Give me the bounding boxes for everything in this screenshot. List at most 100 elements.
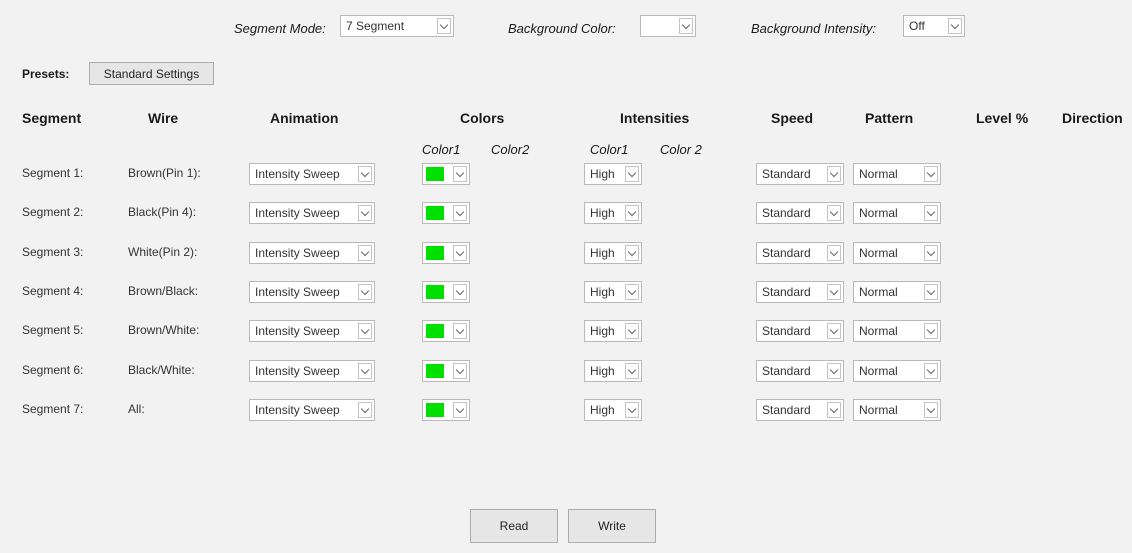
row-pattern-select[interactable]: Normal: [853, 399, 941, 421]
row-speed-value: Standard: [762, 364, 811, 378]
chevron-down-icon: [453, 245, 467, 261]
row-color1-select[interactable]: [422, 163, 470, 185]
row-segment-label: Segment 5:: [22, 323, 84, 337]
row-animation-value: Intensity Sweep: [255, 167, 340, 181]
read-button[interactable]: Read: [470, 509, 558, 543]
write-button[interactable]: Write: [568, 509, 656, 543]
color-swatch: [426, 246, 444, 260]
header-wire: Wire: [148, 110, 179, 126]
chevron-down-icon: [827, 205, 841, 221]
chevron-down-icon: [358, 284, 372, 300]
presets-label: Presets:: [22, 67, 70, 81]
row-pattern-value: Normal: [859, 206, 898, 220]
row-speed-value: Standard: [762, 324, 811, 338]
background-color-label: Background Color:: [508, 21, 616, 36]
chevron-down-icon: [437, 18, 451, 34]
row-speed-select[interactable]: Standard: [756, 202, 844, 224]
row-color1-select[interactable]: [422, 360, 470, 382]
row-pattern-select[interactable]: Normal: [853, 281, 941, 303]
row-intensity-value: High: [590, 403, 615, 417]
row-wire-label: Brown/Black:: [128, 284, 199, 298]
chevron-down-icon: [358, 245, 372, 261]
chevron-down-icon: [358, 166, 372, 182]
row-speed-select[interactable]: Standard: [756, 399, 844, 421]
row-segment-label: Segment 4:: [22, 284, 84, 298]
row-speed-select[interactable]: Standard: [756, 163, 844, 185]
row-wire-label: White(Pin 2):: [128, 245, 198, 259]
row-intensity-value: High: [590, 285, 615, 299]
row-animation-value: Intensity Sweep: [255, 364, 340, 378]
row-animation-select[interactable]: Intensity Sweep: [249, 202, 375, 224]
row-intensity-select[interactable]: High: [584, 320, 642, 342]
chevron-down-icon: [924, 245, 938, 261]
row-wire-label: Brown/White:: [128, 323, 200, 337]
row-intensity-select[interactable]: High: [584, 242, 642, 264]
row-pattern-value: Normal: [859, 285, 898, 299]
row-speed-select[interactable]: Standard: [756, 320, 844, 342]
color-swatch: [426, 285, 444, 299]
row-speed-select[interactable]: Standard: [756, 360, 844, 382]
chevron-down-icon: [453, 363, 467, 379]
chevron-down-icon: [625, 363, 639, 379]
row-animation-select[interactable]: Intensity Sweep: [249, 163, 375, 185]
color-swatch: [426, 206, 444, 220]
header-segment: Segment: [22, 110, 82, 126]
row-pattern-select[interactable]: Normal: [853, 242, 941, 264]
row-segment-label: Segment 1:: [22, 166, 84, 180]
row-intensity-value: High: [590, 324, 615, 338]
header-animation: Animation: [270, 110, 339, 126]
chevron-down-icon: [625, 284, 639, 300]
header-speed: Speed: [771, 110, 814, 126]
row-speed-select[interactable]: Standard: [756, 281, 844, 303]
standard-settings-button[interactable]: Standard Settings: [89, 62, 214, 85]
chevron-down-icon: [625, 245, 639, 261]
chevron-down-icon: [827, 323, 841, 339]
row-pattern-value: Normal: [859, 324, 898, 338]
row-intensity-select[interactable]: High: [584, 281, 642, 303]
chevron-down-icon: [625, 166, 639, 182]
chevron-down-icon: [827, 363, 841, 379]
row-intensity-select[interactable]: High: [584, 202, 642, 224]
row-animation-select[interactable]: Intensity Sweep: [249, 399, 375, 421]
subheader-color1: Color1: [422, 142, 461, 157]
chevron-down-icon: [625, 402, 639, 418]
row-pattern-value: Normal: [859, 246, 898, 260]
row-color1-select[interactable]: [422, 242, 470, 264]
row-animation-select[interactable]: Intensity Sweep: [249, 242, 375, 264]
header-intensities: Intensities: [620, 110, 690, 126]
row-pattern-value: Normal: [859, 403, 898, 417]
row-intensity-select[interactable]: High: [584, 360, 642, 382]
row-speed-value: Standard: [762, 285, 811, 299]
row-intensity-select[interactable]: High: [584, 399, 642, 421]
chevron-down-icon: [358, 363, 372, 379]
chevron-down-icon: [827, 245, 841, 261]
chevron-down-icon: [924, 284, 938, 300]
color-swatch: [426, 324, 444, 338]
background-color-select[interactable]: [640, 15, 696, 37]
segment-mode-label: Segment Mode:: [234, 21, 326, 36]
row-color1-select[interactable]: [422, 399, 470, 421]
chevron-down-icon: [453, 166, 467, 182]
background-intensity-select[interactable]: Off: [903, 15, 965, 37]
row-pattern-select[interactable]: Normal: [853, 202, 941, 224]
chevron-down-icon: [453, 402, 467, 418]
row-animation-select[interactable]: Intensity Sweep: [249, 320, 375, 342]
row-animation-select[interactable]: Intensity Sweep: [249, 281, 375, 303]
row-wire-label: Black/White:: [128, 363, 195, 377]
row-intensity-select[interactable]: High: [584, 163, 642, 185]
chevron-down-icon: [827, 402, 841, 418]
row-animation-value: Intensity Sweep: [255, 285, 340, 299]
row-pattern-select[interactable]: Normal: [853, 360, 941, 382]
row-pattern-select[interactable]: Normal: [853, 320, 941, 342]
row-speed-select[interactable]: Standard: [756, 242, 844, 264]
row-pattern-select[interactable]: Normal: [853, 163, 941, 185]
chevron-down-icon: [453, 323, 467, 339]
row-color1-select[interactable]: [422, 320, 470, 342]
row-intensity-value: High: [590, 206, 615, 220]
chevron-down-icon: [827, 166, 841, 182]
row-color1-select[interactable]: [422, 202, 470, 224]
segment-mode-select[interactable]: 7 Segment: [340, 15, 454, 37]
row-animation-select[interactable]: Intensity Sweep: [249, 360, 375, 382]
chevron-down-icon: [948, 18, 962, 34]
row-color1-select[interactable]: [422, 281, 470, 303]
